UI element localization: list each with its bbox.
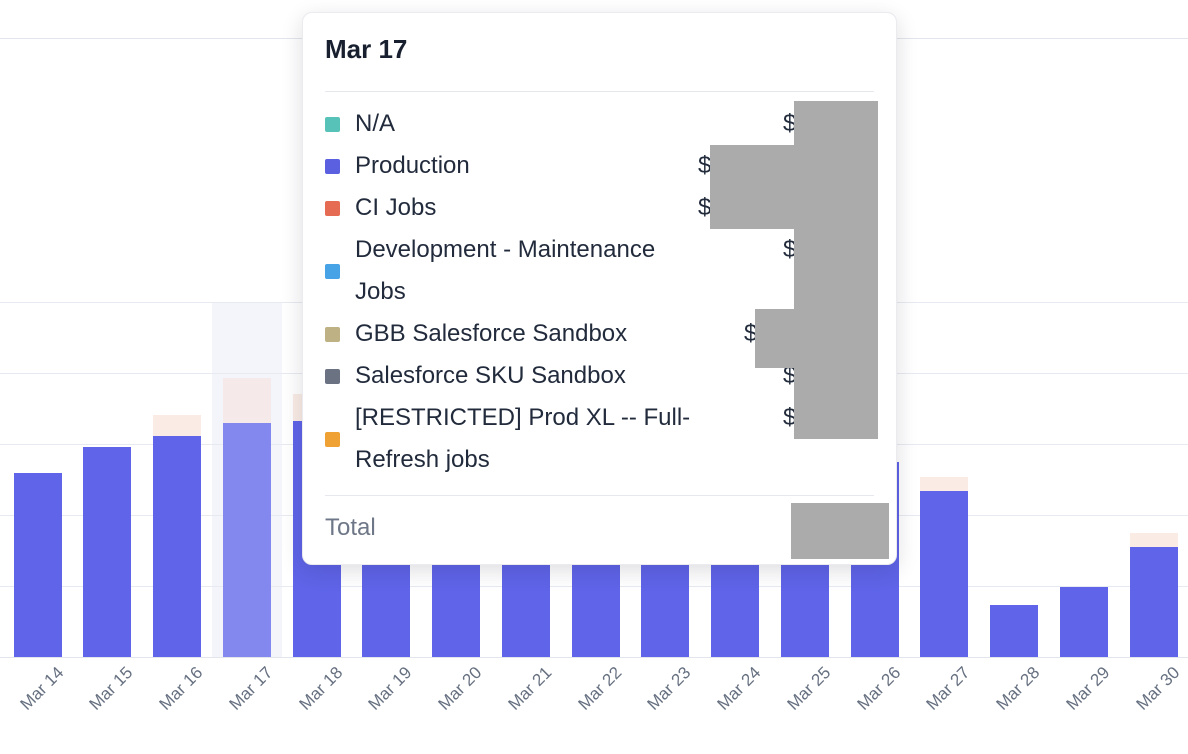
bar-segment-ci-jobs <box>1130 533 1178 547</box>
bar-mar-14[interactable] <box>14 473 62 657</box>
bar-mar-16[interactable] <box>153 415 201 657</box>
bar-segment-production <box>990 605 1038 657</box>
x-axis-label: Mar 14 <box>16 663 68 715</box>
tooltip-divider-top <box>325 91 874 92</box>
redacted-value-overlay <box>710 145 794 229</box>
legend-swatch-icon <box>325 432 340 447</box>
x-axis-label: Mar 24 <box>714 663 766 715</box>
tooltip-row-label: [RESTRICTED] Prod XL -- Full-Refresh job… <box>355 397 695 481</box>
bar-mar-30[interactable] <box>1130 533 1178 657</box>
tooltip-row-label: CI Jobs <box>355 187 695 229</box>
tooltip-row: N/A$ <box>325 103 874 145</box>
x-axis-label: Mar 19 <box>365 663 417 715</box>
tooltip-row-label: Production <box>355 145 695 187</box>
bar-segment-production <box>14 473 62 657</box>
legend-swatch-icon <box>325 369 340 384</box>
bar-segment-production <box>223 423 271 657</box>
x-axis-label: Mar 27 <box>923 663 975 715</box>
tooltip-divider-bottom <box>325 495 874 496</box>
bar-segment-production <box>153 436 201 657</box>
redacted-value-overlay <box>791 503 889 559</box>
bar-segment-production <box>1060 587 1108 657</box>
x-axis-label: Mar 25 <box>783 663 835 715</box>
x-axis-label: Mar 22 <box>574 663 626 715</box>
legend-swatch-icon <box>325 117 340 132</box>
redacted-value-overlay <box>755 309 794 368</box>
tooltip-row-label: N/A <box>355 103 695 145</box>
bar-segment-ci-jobs <box>153 415 201 436</box>
legend-swatch-icon <box>325 327 340 342</box>
bar-mar-28[interactable] <box>990 605 1038 657</box>
tooltip-title: Mar 17 <box>325 33 874 65</box>
legend-swatch-icon <box>325 159 340 174</box>
tooltip-row-label: Salesforce SKU Sandbox <box>355 355 695 397</box>
x-axis-label: Mar 30 <box>1132 663 1184 715</box>
x-axis-label: Mar 23 <box>644 663 696 715</box>
legend-swatch-icon <box>325 201 340 216</box>
x-axis-label: Mar 29 <box>1062 663 1114 715</box>
tooltip-row-label: Development - Maintenance Jobs <box>355 229 695 313</box>
x-axis-label: Mar 16 <box>156 663 208 715</box>
x-axis-label: Mar 20 <box>435 663 487 715</box>
bar-mar-27[interactable] <box>920 477 968 657</box>
tooltip-row: Development - Maintenance Jobs$ <box>325 229 874 313</box>
bar-segment-production <box>83 447 131 657</box>
bar-segment-production <box>920 491 968 657</box>
x-axis-label: Mar 26 <box>853 663 905 715</box>
bar-mar-29[interactable] <box>1060 587 1108 657</box>
bar-mar-15[interactable] <box>83 447 131 657</box>
x-axis-label: Mar 28 <box>993 663 1045 715</box>
legend-swatch-icon <box>325 264 340 279</box>
redacted-value-overlay <box>794 101 878 439</box>
bar-segment-production <box>1130 547 1178 657</box>
x-axis-label: Mar 18 <box>295 663 347 715</box>
bar-mar-17[interactable] <box>223 378 271 657</box>
x-axis-line <box>0 657 1188 658</box>
x-axis-label: Mar 15 <box>86 663 138 715</box>
tooltip-total-label: Total <box>325 514 376 541</box>
bar-segment-ci-jobs <box>920 477 968 491</box>
bar-segment-ci-jobs <box>223 378 271 423</box>
tooltip-row-label: GBB Salesforce Sandbox <box>355 313 695 355</box>
x-axis-label: Mar 17 <box>225 663 277 715</box>
tooltip-row: [RESTRICTED] Prod XL -- Full-Refresh job… <box>325 397 874 481</box>
x-axis-label: Mar 21 <box>504 663 556 715</box>
chart-tooltip: Mar 17 N/A$Production$0CI Jobs$Developme… <box>302 12 897 565</box>
